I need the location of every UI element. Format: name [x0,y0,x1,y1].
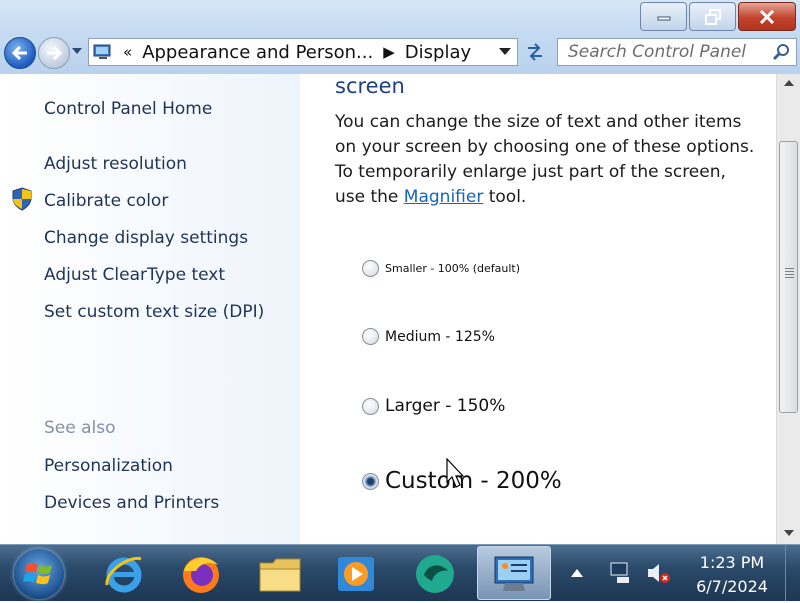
sidebar-item-change-display-settings[interactable]: Change display settings [44,228,248,248]
restore-icon [704,8,721,25]
control-panel-icon [494,556,534,591]
unknown-app-icon [416,555,454,593]
windows-logo-icon [23,562,52,585]
media-player-button[interactable] [333,551,379,597]
description-start: You can change the size of text and othe… [335,112,755,207]
control-panel-icon [93,44,111,59]
breadcrumb-separator[interactable]: ▶ [383,43,395,61]
page-heading: screen [335,74,405,98]
control-panel-taskbar-button[interactable] [477,546,551,600]
show-desktop-button[interactable] [785,545,800,601]
close-icon [759,9,775,24]
scrollbar-thumb[interactable] [779,141,798,413]
internet-explorer-icon [105,556,142,593]
option-label: Smaller - 100% (default) [385,262,521,275]
option-label: Custom - 200% [385,468,562,494]
firefox-icon [183,557,219,593]
main-content: screen You can change the size of text a… [300,74,776,544]
restore-button[interactable] [689,2,736,31]
option-smaller[interactable]: Smaller - 100% (default) [362,260,520,277]
sidebar-item-adjust-cleartype[interactable]: Adjust ClearType text [44,265,225,285]
radio-custom[interactable] [362,472,379,490]
app-button[interactable] [412,551,458,597]
search-box[interactable]: Search Control Panel [557,38,797,66]
recent-pages-dropdown-icon[interactable] [72,48,82,54]
sidebar-item-custom-text-size[interactable]: Set custom text size (DPI) [44,302,264,322]
window-title-bar: « Appearance and Person... ▶ Display Sea… [0,0,800,74]
radio-larger[interactable] [362,397,379,415]
firefox-button[interactable] [178,551,224,597]
search-input[interactable]: Search Control Panel [568,42,772,62]
description-text: You can change the size of text and othe… [335,110,755,210]
internet-explorer-button[interactable] [101,551,147,597]
volume-muted-icon[interactable] [646,561,672,585]
file-explorer-button[interactable] [257,551,303,597]
breadcrumb-display[interactable]: Display [405,42,471,63]
clock-time: 1:23 PM [699,553,765,572]
task-sidebar: Control Panel Home Adjust resolution Cal… [0,74,300,544]
sidebar-control-panel-home[interactable]: Control Panel Home [44,99,212,119]
minimize-icon [657,16,670,20]
sidebar-item-devices-printers[interactable]: Devices and Printers [44,493,219,513]
mouse-pointer-icon [446,458,465,488]
radio-smaller[interactable] [362,260,379,277]
taskbar: 1:23 PM 6/7/2024 [0,544,800,601]
system-clock[interactable]: 1:23 PM 6/7/2024 [690,551,774,599]
clock-date: 6/7/2024 [696,577,768,596]
description-end: tool. [483,187,527,207]
navigation-row: « Appearance and Person... ▶ Display Sea… [0,36,800,69]
scroll-down-arrow-icon[interactable] [784,530,794,536]
sidebar-item-personalization[interactable]: Personalization [44,456,173,476]
scrollbar-grip [785,268,794,280]
uac-shield-icon [12,187,32,211]
forward-button[interactable] [38,37,70,69]
option-medium[interactable]: Medium - 125% [362,328,495,345]
option-label: Larger - 150% [385,396,506,416]
address-overflow-chevron[interactable]: « [123,43,132,61]
magnifier-link[interactable]: Magnifier [404,187,484,207]
scroll-up-arrow-icon[interactable] [784,80,794,86]
radio-medium[interactable] [362,328,379,345]
search-icon[interactable] [772,43,790,61]
start-button[interactable] [14,549,64,599]
refresh-button[interactable] [520,38,550,66]
close-button[interactable] [738,2,796,31]
window-controls [640,2,796,31]
see-also-heading: See also [44,418,116,438]
forward-arrow-icon [47,46,62,60]
vertical-scrollbar[interactable] [776,74,800,544]
breadcrumb-appearance[interactable]: Appearance and Person... [142,42,373,63]
minimize-button[interactable] [640,2,687,31]
media-player-icon [338,557,374,591]
sidebar-item-calibrate-color[interactable]: Calibrate color [44,191,168,211]
back-arrow-icon [12,46,27,60]
show-hidden-icons-icon[interactable] [571,569,583,577]
option-larger[interactable]: Larger - 150% [362,396,505,416]
back-button[interactable] [4,37,36,69]
file-explorer-icon [259,558,301,592]
network-icon[interactable] [608,561,634,585]
option-label: Medium - 125% [385,328,495,345]
address-dropdown-icon[interactable] [499,48,511,55]
address-bar[interactable]: « Appearance and Person... ▶ Display [88,38,518,66]
refresh-icon [528,43,542,61]
sidebar-item-adjust-resolution[interactable]: Adjust resolution [44,154,187,174]
